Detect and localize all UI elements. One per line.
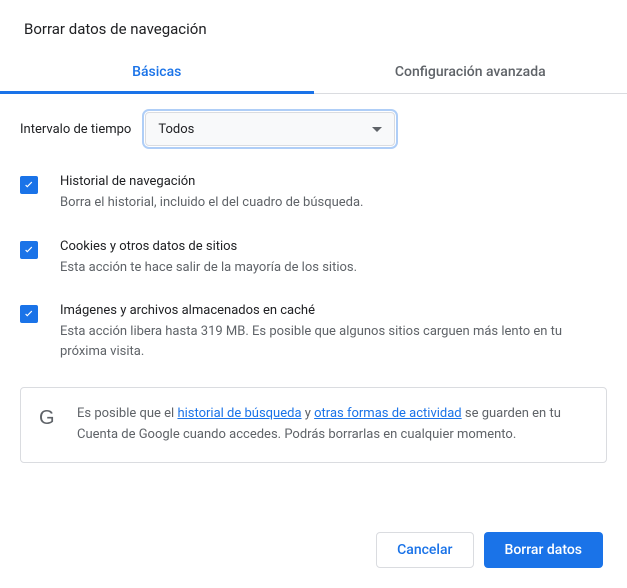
- clear-browsing-data-dialog: Borrar datos de navegación Básicas Confi…: [0, 0, 627, 588]
- tabs-row: Básicas Configuración avanzada: [0, 52, 627, 94]
- info-text: Es posible que el historial de búsqueda …: [77, 404, 588, 446]
- option-text: Historial de navegación Borra el histori…: [60, 174, 364, 213]
- check-icon: [22, 307, 36, 321]
- option-cookies: Cookies y otros datos de sitios Esta acc…: [20, 239, 607, 278]
- option-title: Imágenes y archivos almacenados en caché: [60, 303, 607, 318]
- tab-advanced[interactable]: Configuración avanzada: [314, 52, 627, 93]
- chevron-down-icon: [372, 127, 382, 132]
- info-mid: y: [302, 406, 315, 421]
- info-pre: Es posible que el: [77, 406, 177, 421]
- scroll-area[interactable]: Intervalo de tiempo Todos Historial de n…: [0, 94, 627, 517]
- option-title: Cookies y otros datos de sitios: [60, 239, 357, 254]
- dialog-title: Borrar datos de navegación: [0, 0, 627, 52]
- option-desc: Esta acción te hace salir de la mayoría …: [60, 258, 357, 278]
- link-other-activity[interactable]: otras formas de actividad: [314, 406, 462, 421]
- option-desc: Borra el historial, incluido el del cuad…: [60, 193, 364, 213]
- checkbox-cache[interactable]: [20, 305, 38, 323]
- clear-data-button[interactable]: Borrar datos: [484, 532, 604, 568]
- option-browsing-history: Historial de navegación Borra el histori…: [20, 174, 607, 213]
- google-logo-icon: G: [39, 407, 59, 430]
- option-text: Imágenes y archivos almacenados en caché…: [60, 303, 607, 361]
- cancel-button[interactable]: Cancelar: [376, 532, 473, 568]
- option-desc: Esta acción libera hasta 319 MB. Es posi…: [60, 322, 607, 361]
- time-range-row: Intervalo de tiempo Todos: [20, 112, 607, 146]
- time-range-select[interactable]: Todos: [145, 112, 395, 146]
- link-search-history[interactable]: historial de búsqueda: [177, 406, 301, 421]
- google-account-info: G Es posible que el historial de búsqued…: [20, 387, 607, 463]
- tab-basic[interactable]: Básicas: [0, 52, 314, 93]
- time-range-label: Intervalo de tiempo: [20, 122, 131, 137]
- time-range-value: Todos: [158, 122, 194, 137]
- option-text: Cookies y otros datos de sitios Esta acc…: [60, 239, 357, 278]
- checkbox-browsing-history[interactable]: [20, 176, 38, 194]
- dialog-footer: Cancelar Borrar datos: [0, 517, 627, 588]
- check-icon: [22, 178, 36, 192]
- checkbox-cookies[interactable]: [20, 241, 38, 259]
- option-cache: Imágenes y archivos almacenados en caché…: [20, 303, 607, 361]
- option-title: Historial de navegación: [60, 174, 364, 189]
- check-icon: [22, 243, 36, 257]
